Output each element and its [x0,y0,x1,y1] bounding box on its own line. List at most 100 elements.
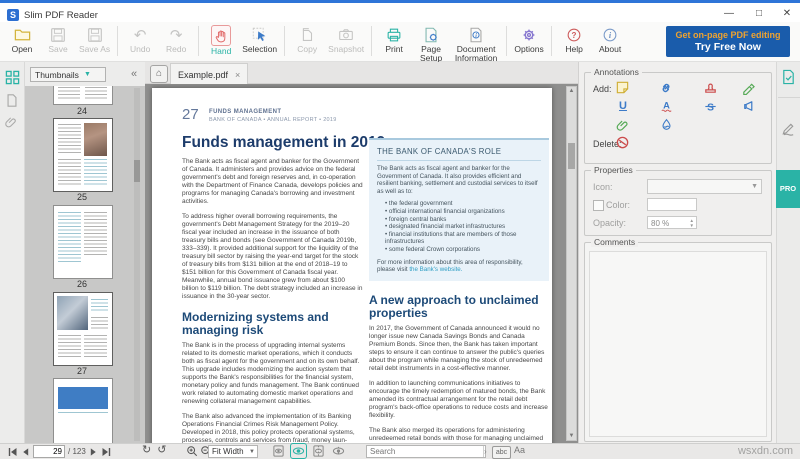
sticky-note-icon[interactable] [615,80,631,96]
thumbnail-label-26: 26 [53,279,111,289]
comments-list[interactable] [589,251,767,437]
facing-pages-view-icon[interactable] [312,445,325,457]
fit-mode-select[interactable]: Fit Width ▼ [208,445,258,458]
color-swatch-field[interactable] [647,198,697,211]
undo-button[interactable]: ↶ Undo [125,25,155,54]
print-button[interactable]: Print [379,25,409,54]
link-icon[interactable] [659,80,675,96]
thumbnail-page-25[interactable] [53,118,113,192]
selection-cursor-icon [251,25,269,44]
previous-page-icon[interactable] [21,447,30,457]
ink-icon[interactable] [659,118,675,134]
thumbnail-label-24: 24 [53,106,111,116]
svg-text:i: i [609,30,612,39]
last-page-icon[interactable] [101,447,111,457]
delete-annotation-icon[interactable] [615,135,631,151]
title-bar: S Slim PDF Reader — □ ✕ [0,3,800,22]
thumbnail-page-24[interactable] [53,86,113,105]
validate-document-icon[interactable] [781,69,796,85]
paragraph: To address higher overall borrowing requ… [182,213,363,301]
minimize-button[interactable]: — [722,7,736,21]
hand-icon [211,25,231,46]
underline-icon[interactable]: U [615,99,631,115]
rotate-counterclockwise-icon[interactable]: ↺ [157,445,166,456]
stamp-icon[interactable] [703,80,719,96]
copy-button[interactable]: Copy [292,25,322,54]
thumbnail-photo [57,296,88,330]
app-title: Slim PDF Reader [24,10,98,21]
thumbnails-panel-icon[interactable] [5,70,20,85]
right-column: THE BANK OF CANADA'S ROLE The Bank acts … [369,138,549,443]
selection-tool-button[interactable]: Selection [242,25,277,54]
maximize-button[interactable]: □ [752,7,766,21]
signature-tab[interactable] [781,122,796,137]
single-page-view-icon[interactable] [272,445,285,457]
collapse-sidebar-icon[interactable]: « [131,67,137,82]
about-icon: i [601,25,619,44]
panel-mode-select[interactable]: Thumbnails ▼ [30,67,106,82]
next-page-icon[interactable] [89,447,98,457]
color-checkbox[interactable] [593,200,604,211]
zoom-in-icon[interactable] [186,445,198,457]
strikeout-icon[interactable]: S [703,99,719,115]
copy-label: Copy [297,45,317,54]
document-tab-label: Example.pdf [178,70,228,80]
thumbnail-page-26[interactable] [53,205,113,279]
help-label: Help [565,45,582,54]
properties-group-title: Properties [591,165,636,175]
options-button[interactable]: Options [514,25,544,54]
continuous-view-icon[interactable] [292,445,305,457]
search-field[interactable]: › [366,445,486,458]
home-tab-button[interactable]: ⌂ [150,65,168,83]
document-information-button[interactable]: i Document Information [453,25,499,63]
save-button[interactable]: Save [43,25,73,54]
help-button[interactable]: ? Help [559,25,589,54]
tab-pro[interactable]: PRO [776,170,800,208]
thumbnail-scrollbar-thumb[interactable] [134,160,140,182]
tab-close-icon[interactable]: × [235,70,240,80]
scroll-up-arrow[interactable]: ▲ [567,88,576,94]
viewer-scrollbar[interactable]: ▲ ▼ [566,86,577,441]
document-canvas[interactable]: 27 FUNDS MANAGEMENT BANK OF CANADA • ANN… [145,84,578,443]
attachments-panel-icon[interactable] [5,116,20,131]
attach-file-icon[interactable] [615,118,631,134]
snapshot-camera-icon [337,25,355,44]
save-icon [49,25,67,44]
opacity-spinner[interactable]: 80 % ▲▼ [647,216,697,229]
page-number-input[interactable] [33,445,65,458]
facing-continuous-view-icon[interactable] [332,445,345,457]
match-case-toggle[interactable]: Aa [514,445,525,455]
scroll-down-arrow[interactable]: ▼ [567,433,576,439]
page-setup-button[interactable]: Page Setup [415,25,447,63]
hand-tool-button[interactable]: Hand [206,25,236,56]
icon-dropdown[interactable]: ▼ [647,179,762,194]
squiggly-underline-icon[interactable]: A [659,99,675,115]
whole-word-toggle[interactable]: abc [492,446,511,459]
highlight-icon[interactable] [741,80,757,96]
spinner-arrows-icon[interactable]: ▲▼ [690,218,694,228]
redo-button[interactable]: ↷ Redo [161,25,191,54]
search-input[interactable] [367,446,483,457]
first-page-icon[interactable] [8,447,18,457]
paragraph: The Bank is in the process of upgrading … [182,342,363,406]
about-button[interactable]: i About [595,25,625,54]
save-as-button[interactable]: Save As [79,25,110,54]
close-button[interactable]: ✕ [780,7,794,21]
bank-website-link[interactable]: the Bank's website. [409,266,462,273]
thumbnail-page-28[interactable] [53,378,113,443]
callout-icon[interactable] [741,99,757,115]
fit-mode-value: Fit Width [212,447,244,456]
viewer-scrollbar-thumb[interactable] [568,143,575,169]
thumbnail-scrollbar[interactable] [134,88,140,441]
rotate-clockwise-icon[interactable]: ↻ [142,445,151,456]
try-free-now-button[interactable]: Get on-page PDF editing Try Free Now [666,26,790,57]
thumbnail-page-27[interactable] [53,292,113,366]
document-tab[interactable]: Example.pdf × [170,63,248,85]
print-icon [385,25,403,44]
info-box-bullet-list: the federal government official internat… [377,200,541,253]
search-next-icon[interactable]: › [483,446,487,457]
bookmarks-panel-icon[interactable] [5,93,20,108]
snapshot-button[interactable]: Snapshot [328,25,364,54]
open-button[interactable]: Open [7,25,37,54]
save-label: Save [48,45,67,54]
